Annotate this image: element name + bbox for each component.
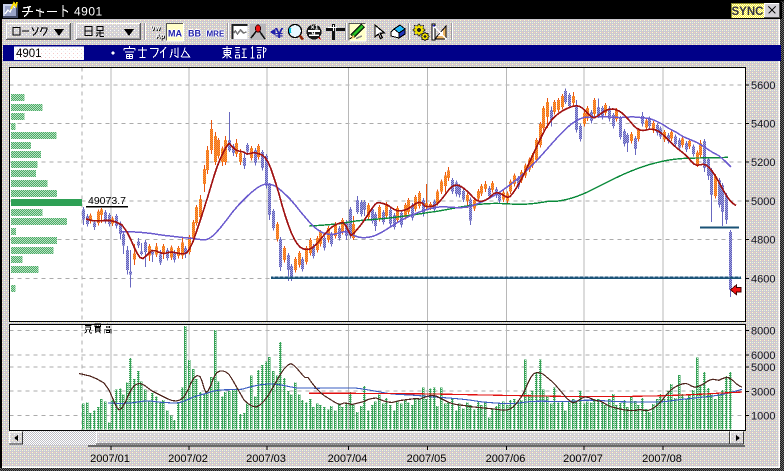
svg-text:5000: 5000 xyxy=(751,196,775,208)
svg-text:6000: 6000 xyxy=(751,350,775,362)
svg-text:5200: 5200 xyxy=(751,157,775,169)
svg-text:2007/02: 2007/02 xyxy=(168,453,208,465)
svg-text:4600: 4600 xyxy=(751,273,775,285)
svg-text:8000: 8000 xyxy=(751,326,775,338)
svg-text:2007/05: 2007/05 xyxy=(407,453,447,465)
svg-text:2007/07: 2007/07 xyxy=(563,453,603,465)
svg-text:9: 9 xyxy=(312,31,316,38)
svg-text:MA: MA xyxy=(168,29,182,39)
svg-text:4901: 4901 xyxy=(16,48,42,60)
svg-text:2007/01: 2007/01 xyxy=(90,453,130,465)
svg-text:2007/06: 2007/06 xyxy=(486,453,526,465)
svg-text:4901: 4901 xyxy=(74,5,103,19)
svg-text:2007/08: 2007/08 xyxy=(642,453,682,465)
svg-text:4800: 4800 xyxy=(751,235,775,247)
svg-text:Vw: Vw xyxy=(151,25,161,32)
svg-text:SYNC: SYNC xyxy=(732,6,764,18)
svg-text:¥: ¥ xyxy=(275,25,284,42)
svg-text:5000: 5000 xyxy=(751,362,775,374)
svg-text:BB: BB xyxy=(188,29,201,39)
svg-text:2007/04: 2007/04 xyxy=(328,453,368,465)
svg-text:3000: 3000 xyxy=(751,386,775,398)
svg-text:Ap: Ap xyxy=(156,33,165,40)
svg-text:5400: 5400 xyxy=(751,119,775,131)
svg-text:49073.7: 49073.7 xyxy=(88,195,126,207)
svg-text:1000: 1000 xyxy=(751,411,775,423)
svg-text:MRE: MRE xyxy=(207,30,225,39)
svg-text:5600: 5600 xyxy=(751,80,775,92)
svg-text:2007/03: 2007/03 xyxy=(246,453,286,465)
